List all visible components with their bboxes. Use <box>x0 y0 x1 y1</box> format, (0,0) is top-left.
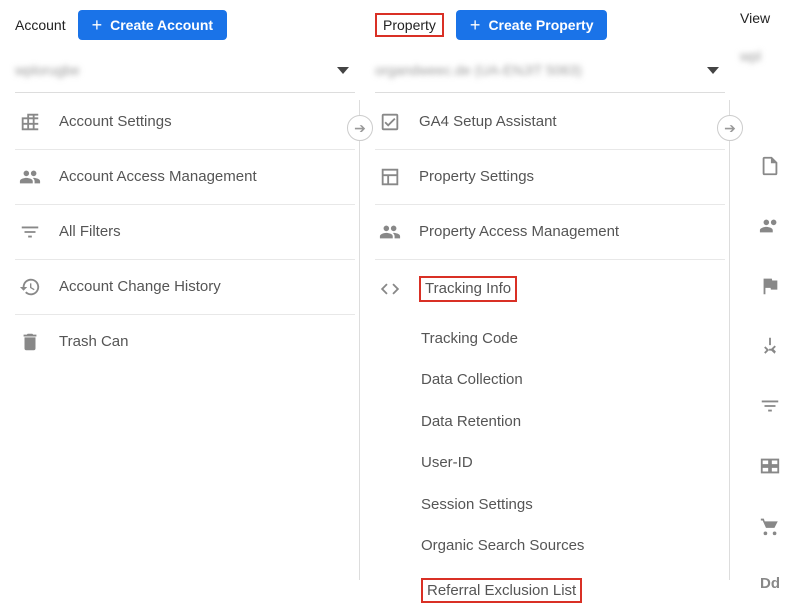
expand-arrow-icon[interactable]: ➔ <box>717 115 743 141</box>
trash-icon <box>19 331 41 353</box>
people-icon <box>379 221 401 243</box>
chevron-down-icon <box>707 67 719 74</box>
account-column: Account + Create Account wplorugbe Accou… <box>0 0 365 588</box>
create-account-button[interactable]: + Create Account <box>78 10 227 40</box>
layout-icon <box>379 166 401 188</box>
trash-can-item[interactable]: Trash Can <box>15 315 355 369</box>
session-settings-item[interactable]: Session Settings <box>417 484 725 526</box>
change-history-item[interactable]: Account Change History <box>15 260 355 315</box>
all-filters-item[interactable]: All Filters <box>15 205 355 260</box>
merge-icon[interactable] <box>759 335 781 357</box>
property-column: Property + Create Property organdweec.de… <box>365 0 735 588</box>
plus-icon: + <box>470 16 481 34</box>
channels-icon[interactable] <box>759 455 781 477</box>
checkbox-icon <box>379 111 401 133</box>
flag-icon[interactable] <box>759 275 781 297</box>
divider <box>359 100 360 580</box>
account-access-item[interactable]: Account Access Management <box>15 150 355 205</box>
property-header: Property + Create Property <box>375 10 725 40</box>
tracking-info-submenu: Tracking Code Data Collection Data Reten… <box>375 318 725 614</box>
account-settings-item[interactable]: Account Settings <box>15 95 355 150</box>
divider <box>729 100 730 580</box>
view-menu-icons: Dd <box>740 80 800 592</box>
building-icon <box>19 111 41 133</box>
account-menu: Account Settings Account Access Manageme… <box>15 95 355 369</box>
view-label: View <box>740 10 770 26</box>
property-settings-item[interactable]: Property Settings <box>375 150 725 205</box>
filter-icon <box>19 221 41 243</box>
filter-icon[interactable] <box>759 395 781 417</box>
view-column: View wpl Dd <box>735 0 800 588</box>
create-property-button[interactable]: + Create Property <box>456 10 608 40</box>
property-menu: GA4 Setup Assistant Property Settings Pr… <box>375 95 725 614</box>
plus-icon: + <box>92 16 103 34</box>
history-icon <box>19 276 41 298</box>
expand-arrow-icon[interactable]: ➔ <box>347 115 373 141</box>
organic-search-item[interactable]: Organic Search Sources <box>417 525 725 567</box>
ga4-setup-item[interactable]: GA4 Setup Assistant <box>375 95 725 150</box>
account-selector[interactable]: wplorugbe <box>15 58 355 93</box>
account-label: Account <box>15 17 66 33</box>
code-icon <box>379 278 401 300</box>
people-icon[interactable] <box>759 215 781 237</box>
cart-icon[interactable] <box>759 515 781 537</box>
property-label: Property <box>375 13 444 37</box>
data-collection-item[interactable]: Data Collection <box>417 359 725 401</box>
property-selector[interactable]: organdweec.de (UA-ENJIT 5063) <box>375 58 725 93</box>
property-access-item[interactable]: Property Access Management <box>375 205 725 260</box>
data-retention-item[interactable]: Data Retention <box>417 401 725 443</box>
user-id-item[interactable]: User-ID <box>417 442 725 484</box>
tracking-info-item[interactable]: Tracking Info <box>375 260 725 318</box>
referral-exclusion-item[interactable]: Referral Exclusion List <box>417 567 725 614</box>
dd-icon[interactable]: Dd <box>760 575 780 592</box>
chevron-down-icon <box>337 67 349 74</box>
account-header: Account + Create Account <box>15 10 355 40</box>
page-icon[interactable] <box>759 155 781 177</box>
tracking-code-item[interactable]: Tracking Code <box>417 318 725 360</box>
people-icon <box>19 166 41 188</box>
view-header: View <box>740 10 800 26</box>
view-selector[interactable]: wpl <box>740 44 800 78</box>
